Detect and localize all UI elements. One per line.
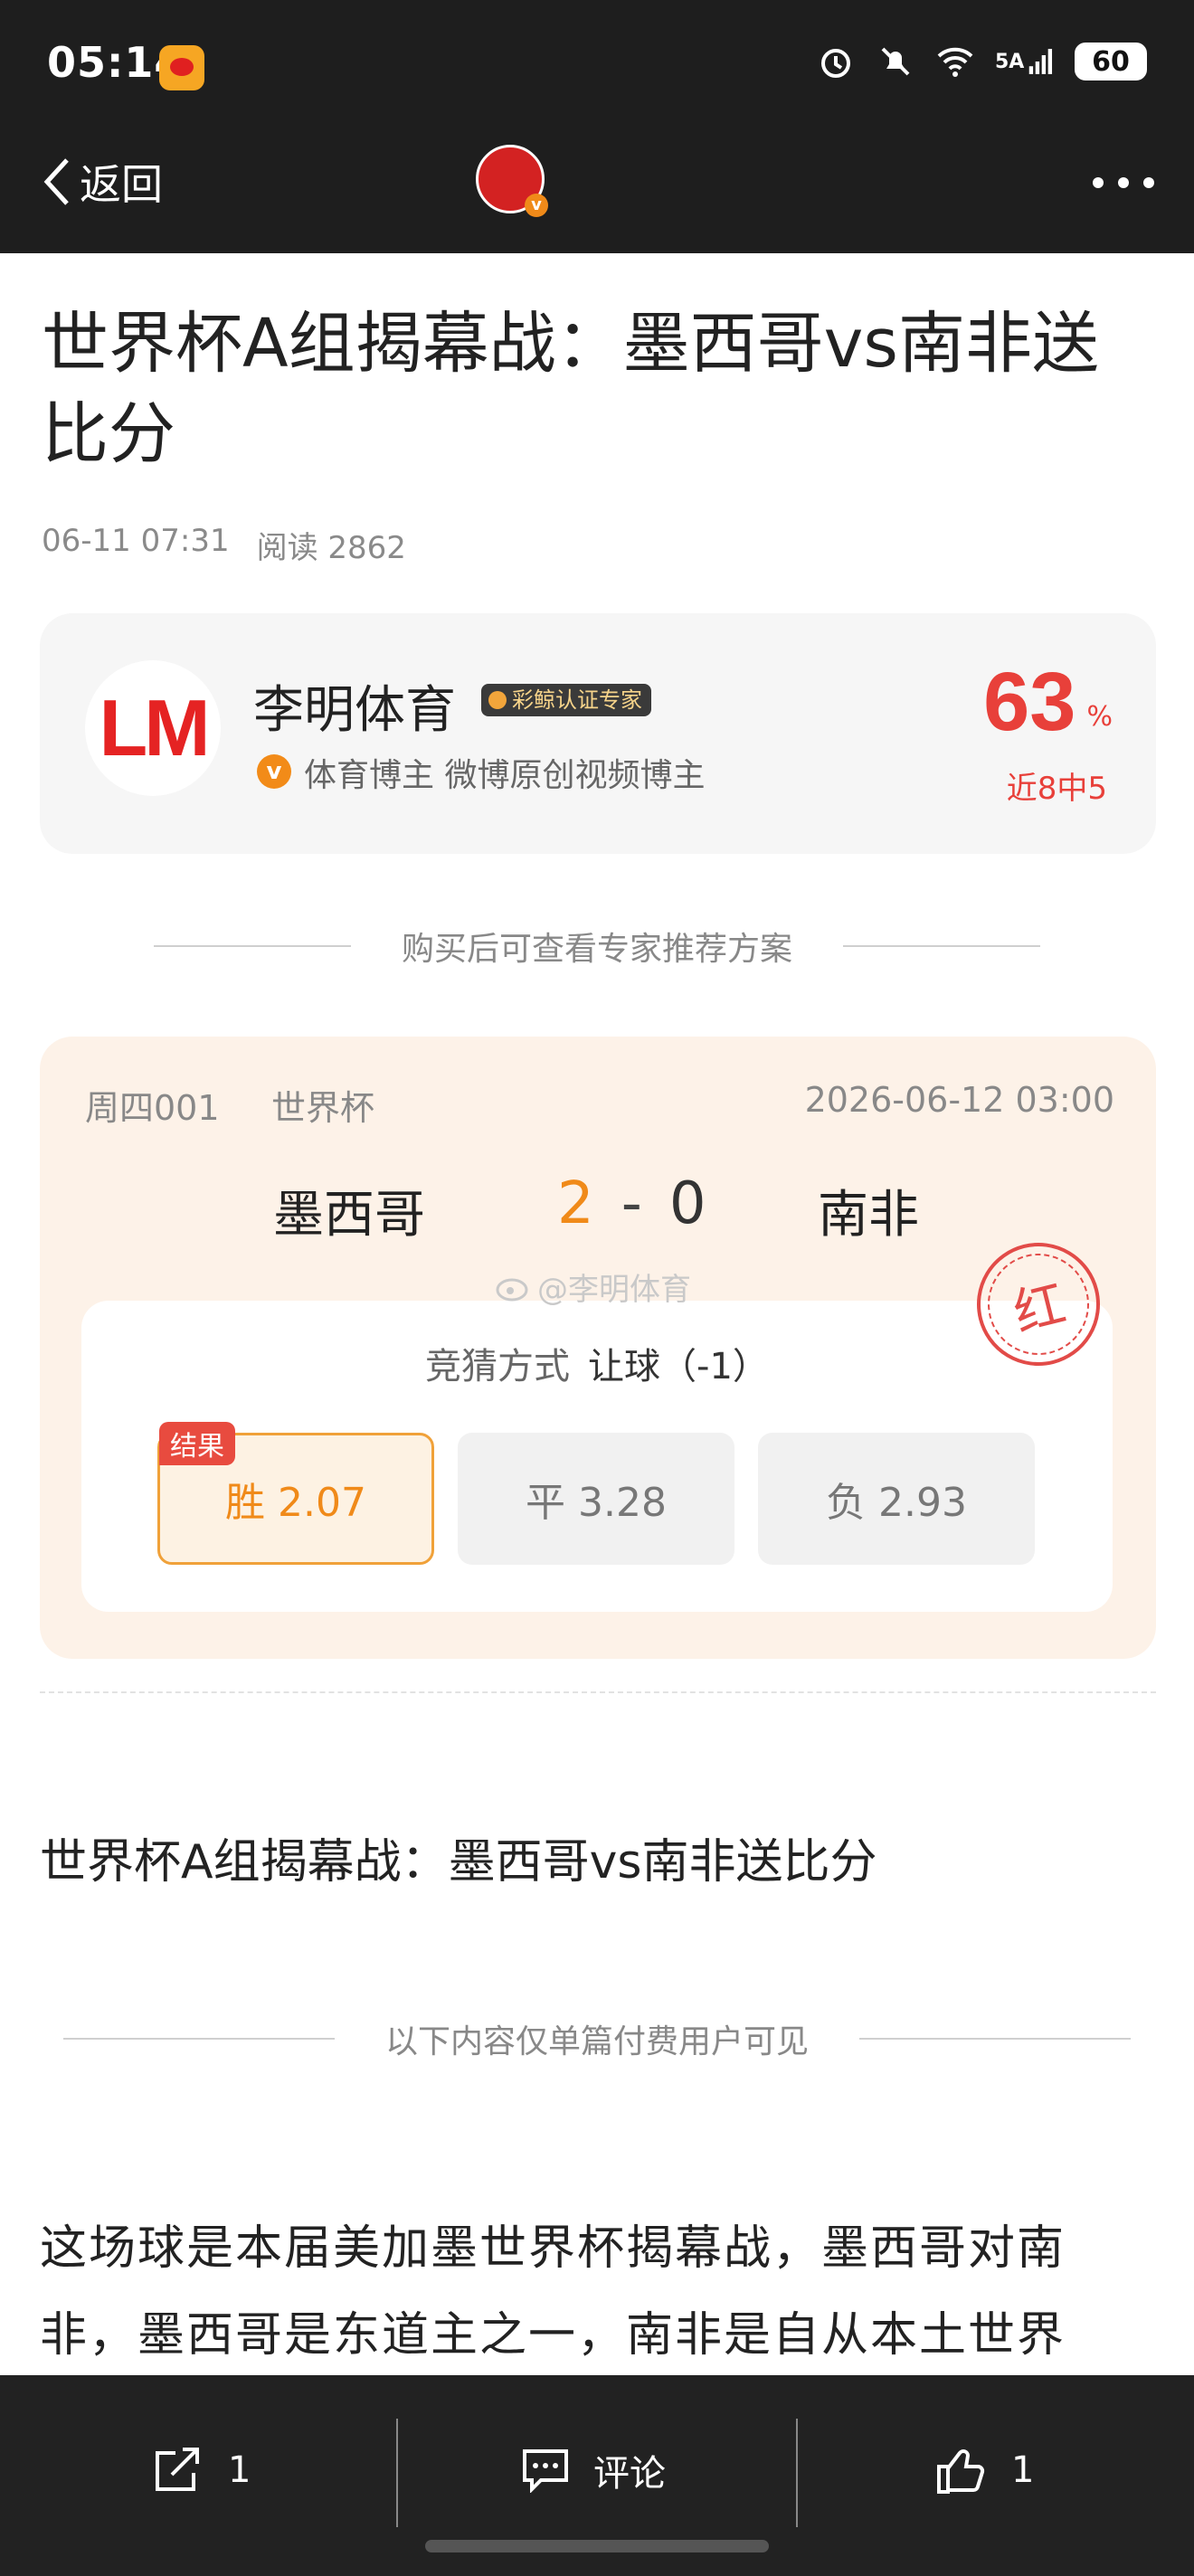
mute-bell-icon [876,42,915,81]
more-menu-button[interactable] [1093,177,1154,188]
score-separator: - [621,1170,642,1237]
away-score: 0 [668,1170,706,1237]
bar-separator [396,2419,398,2527]
home-team: 墨西哥 [273,1186,425,1245]
verified-v-icon: v [257,754,291,789]
divider-line [62,2038,335,2040]
paid-divider: 以下内容仅单篇付费用户可见 [0,2015,1194,2062]
weibo-watermark-icon [496,1278,528,1301]
watermark: @李明体育 [496,1264,691,1309]
divider-line [859,2038,1131,2040]
article-meta: 06-11 07:31 阅读 2862 [42,523,406,567]
purchase-divider: 购买后可查看专家推荐方案 [0,923,1194,970]
home-indicator[interactable] [425,2540,769,2552]
article-reads: 阅读 2862 [256,530,406,566]
alarm-icon [816,42,856,81]
bet-panel: 竞猜方式 让球（-1） 结果 胜 2.07 平 3.28 负 2.93 [81,1301,1113,1612]
network-label: 5A [995,50,1025,73]
comment-icon [523,2449,568,2493]
match-score: 2 - 0 [557,1170,706,1237]
paid-hint: 以下内容仅单篇付费用户可见 [384,2023,809,2060]
more-dot-icon [1143,177,1154,188]
author-logo-text: LM [99,683,210,772]
bet-method-value: 让球（-1） [588,1346,769,1387]
away-team: 南非 [818,1186,919,1245]
purchase-hint: 购买后可查看专家推荐方案 [401,931,792,968]
like-count: 1 [1011,2449,1035,2491]
author-logo[interactable]: LM [85,660,221,796]
divider-line [843,945,1040,947]
verified-badge-icon: v [525,194,548,217]
home-score: 2 [557,1170,594,1237]
article-subtitle: 世界杯A组揭幕战：墨西哥vs南非送比分 [40,1835,877,1889]
more-dot-icon [1093,177,1104,188]
back-button[interactable]: 返回 [40,152,163,212]
result-tag: 结果 [159,1422,235,1465]
expert-badge-label: 彩鲸认证专家 [512,687,642,713]
share-icon [156,2448,199,2491]
back-label: 返回 [80,160,163,209]
watermark-text: @李明体育 [537,1272,691,1308]
article-body: 这场球是本届美加墨世界杯揭幕战，墨西哥对南非，墨西哥是东道主之一，南非是自从本土… [40,2221,1066,2363]
bet-method-label: 竞猜方式 [425,1346,571,1387]
coin-icon [488,691,507,709]
match-number: 周四001 [85,1088,220,1128]
match-datetime: 2026-06-12 03:00 [804,1080,1114,1120]
signal-icon: 5A [995,42,1055,81]
thumbs-up-icon [937,2449,985,2494]
more-dot-icon [1118,177,1129,188]
share-count: 1 [228,2449,251,2491]
wifi-icon [935,42,975,81]
bet-option-lose[interactable]: 负 2.93 [758,1433,1035,1565]
section-divider [40,1691,1156,1693]
author-description: 体育博主 微博原创视频博主 [304,757,706,794]
weibo-app-icon [159,45,204,90]
recent-record: 近8中5 [1006,771,1107,807]
like-button[interactable]: 1 [935,2420,1034,2520]
bar-separator [796,2419,798,2527]
hit-rate-value: 63 [983,656,1076,748]
hit-rate: 63 % [983,658,1113,745]
expert-badge: 彩鲸认证专家 [481,684,651,716]
article-date: 06-11 07:31 [42,523,230,559]
author-name[interactable]: 李明体育 [253,669,456,743]
match-league: 世界杯 [271,1088,375,1128]
bet-option-draw[interactable]: 平 3.28 [458,1433,734,1565]
divider-line [153,945,351,947]
top-bar: 05:14 5A 60 返回 v [0,0,1194,253]
match-card: 周四001 世界杯 2026-06-12 03:00 墨西哥 2 - 0 南非 … [40,1037,1156,1659]
comment-label: 评论 [593,2453,666,2495]
stamp-text: 红 [1008,1274,1072,1344]
status-icons: 5A 60 [816,42,1147,81]
comment-button[interactable]: 评论 [521,2420,666,2520]
author-card[interactable]: LM 李明体育 彩鲸认证专家 v 体育博主 微博原创视频博主 63 % 近8中5 [40,613,1156,854]
share-button[interactable]: 1 [152,2420,251,2520]
hit-rate-unit: % [1086,701,1113,733]
battery-icon: 60 [1075,43,1147,80]
chevron-left-icon [43,158,69,205]
article-title: 世界杯A组揭幕战：墨西哥vs南非送比分 [42,305,1099,473]
bet-method: 竞猜方式 让球（-1） [81,1337,1113,1389]
